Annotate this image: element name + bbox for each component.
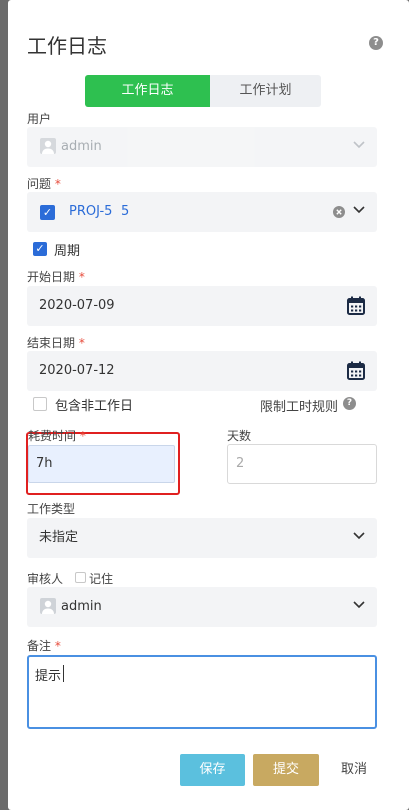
text-cursor	[63, 665, 64, 682]
tab-group: 工作日志 工作计划	[85, 75, 321, 107]
user-value: admin	[61, 139, 102, 154]
start-date-value: 2020-07-09	[39, 298, 115, 313]
end-date-label: 结束日期 *	[27, 336, 85, 350]
work-type-value: 未指定	[39, 530, 79, 545]
time-spent-label: 耗费时间 *	[28, 429, 86, 443]
end-date-field[interactable]: 2020-07-12	[27, 351, 377, 391]
help-icon[interactable]: ?	[369, 36, 383, 50]
issue-select[interactable]: ✓ PROJ-5 5	[27, 192, 377, 232]
start-date-field[interactable]: 2020-07-09	[27, 286, 377, 326]
cancel-button[interactable]: 取消	[330, 754, 378, 786]
time-spent-input[interactable]: 7h	[28, 445, 175, 483]
work-type-select[interactable]: 未指定	[27, 518, 377, 558]
clear-icon[interactable]	[333, 206, 345, 218]
period-label: 周期	[54, 244, 81, 259]
chevron-down-icon	[353, 141, 365, 149]
include-non-working-label: 包含非工作日	[55, 399, 134, 414]
end-date-value: 2020-07-12	[39, 363, 115, 378]
tab-worklog[interactable]: 工作日志	[85, 75, 210, 107]
user-select[interactable]: admin	[27, 127, 377, 167]
user-label: 用户	[27, 112, 52, 126]
calendar-icon[interactable]	[347, 361, 365, 380]
submit-button[interactable]: 提交	[253, 754, 319, 786]
issue-summary: 5	[121, 204, 130, 219]
time-spent-value: 7h	[36, 456, 53, 471]
chevron-down-icon	[353, 601, 365, 609]
remember-checkbox[interactable]	[75, 572, 86, 583]
start-date-label: 开始日期 *	[27, 270, 85, 284]
worklog-dialog: 工作日志 ? 工作日志 工作计划 用户 admin 问题 * ✓ PROJ-5 …	[8, 0, 409, 810]
avatar-icon	[40, 138, 56, 154]
work-type-label: 工作类型	[27, 502, 76, 516]
days-value: 2	[236, 456, 245, 471]
include-non-working-checkbox[interactable]	[33, 397, 47, 411]
reviewer-label: 审核人	[27, 572, 64, 586]
calendar-icon[interactable]	[347, 296, 365, 315]
days-input[interactable]: 2	[227, 444, 377, 484]
remember-label: 记住	[89, 572, 114, 586]
avatar-icon	[40, 598, 56, 614]
days-label: 天数	[227, 429, 252, 443]
tab-workplan[interactable]: 工作计划	[210, 75, 321, 107]
remark-textarea[interactable]: 提示	[27, 655, 377, 729]
dialog-title: 工作日志	[27, 34, 107, 58]
help-icon[interactable]: ?	[343, 397, 356, 410]
issue-key: PROJ-5	[69, 204, 113, 219]
issue-label: 问题 *	[27, 177, 61, 191]
limit-rule-link[interactable]: 限制工时规则	[260, 396, 338, 415]
chevron-down-icon	[353, 532, 365, 540]
chevron-down-icon	[353, 206, 365, 214]
save-button[interactable]: 保存	[180, 754, 245, 786]
remark-label: 备注 *	[27, 639, 61, 653]
remark-value: 提示	[35, 669, 62, 684]
reviewer-select[interactable]: admin	[27, 587, 377, 627]
issue-checkbox[interactable]: ✓	[40, 205, 55, 220]
reviewer-value: admin	[61, 599, 102, 614]
period-checkbox[interactable]: ✓	[33, 242, 47, 256]
